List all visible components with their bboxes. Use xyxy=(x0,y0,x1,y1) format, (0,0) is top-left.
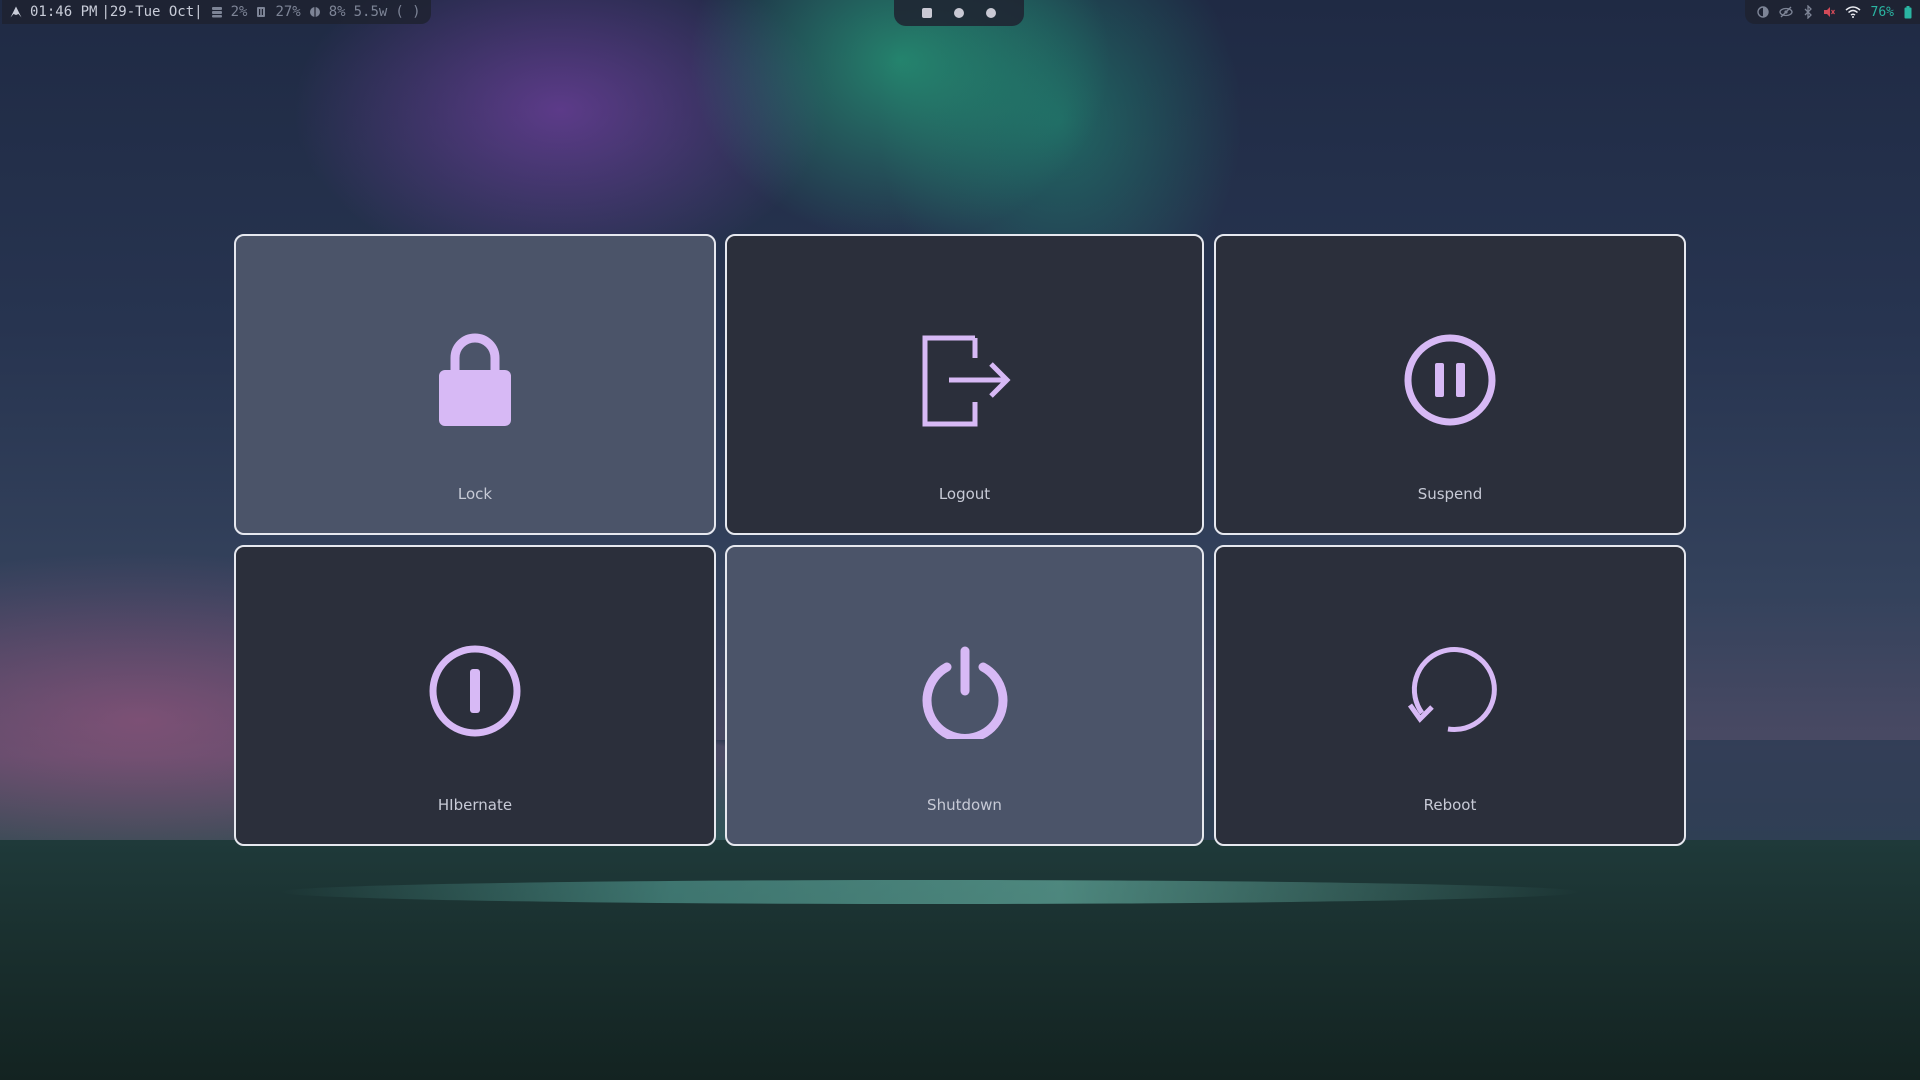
cpu-icon xyxy=(309,7,320,17)
lock-button[interactable]: Lock xyxy=(234,234,716,535)
wallpaper-river xyxy=(280,880,1580,904)
hibernate-icon xyxy=(429,645,521,737)
battery-icon[interactable] xyxy=(1904,5,1912,19)
arch-logo-icon[interactable] xyxy=(10,6,22,18)
disk-icon xyxy=(211,7,222,18)
wifi-strength: 76% xyxy=(1870,4,1894,20)
wifi-icon[interactable] xyxy=(1845,6,1861,18)
workspaces xyxy=(894,0,1024,26)
eye-off-icon[interactable] xyxy=(1778,6,1793,18)
workspace-1-active[interactable] xyxy=(922,8,932,18)
clock[interactable]: 01:46 PM xyxy=(30,4,97,20)
shutdown-button[interactable]: Shutdown xyxy=(725,545,1204,846)
status-bar-right: 76% xyxy=(1744,0,1920,24)
logout-icon xyxy=(922,335,1011,427)
workspace-2[interactable] xyxy=(954,8,964,18)
cpu-usage: 8% xyxy=(328,4,346,20)
bluetooth-icon[interactable] xyxy=(1803,5,1813,19)
wallpaper-valley xyxy=(0,840,1920,1080)
disk-usage: 2% xyxy=(230,4,248,20)
reboot-icon xyxy=(1407,647,1497,732)
power-icon xyxy=(922,646,1007,739)
lock-label: Lock xyxy=(457,485,493,503)
hibernate-label: HIbernate xyxy=(437,796,513,814)
logout-button[interactable]: Logout xyxy=(725,234,1204,535)
shutdown-label: Shutdown xyxy=(927,796,1002,814)
memory-icon xyxy=(257,7,266,17)
volume-muted-icon[interactable] xyxy=(1823,6,1835,18)
pause-icon xyxy=(1404,334,1496,426)
status-bar: 01:46 PM |29-Tue Oct| 2% 27% 8% 5.5w ( ) xyxy=(0,0,1920,26)
date[interactable]: |29-Tue Oct| xyxy=(101,4,202,20)
reboot-label: Reboot xyxy=(1423,796,1477,814)
logout-label: Logout xyxy=(938,485,991,503)
hibernate-button[interactable]: HIbernate xyxy=(234,545,716,846)
memory-usage: 27% xyxy=(275,4,301,20)
bracket-indicator: ( ) xyxy=(395,4,421,20)
lock-icon xyxy=(439,333,511,426)
power-draw: 5.5w xyxy=(353,4,388,20)
theme-toggle-icon[interactable] xyxy=(1756,6,1769,18)
reboot-button[interactable]: Reboot xyxy=(1214,545,1686,846)
desktop-wallpaper: 01:46 PM |29-Tue Oct| 2% 27% 8% 5.5w ( ) xyxy=(0,0,1920,1080)
workspace-3[interactable] xyxy=(986,8,996,18)
suspend-button[interactable]: Suspend xyxy=(1214,234,1686,535)
power-menu: Lock Logout Suspend HIbernate Shutdown R… xyxy=(234,234,1686,846)
status-bar-left: 01:46 PM |29-Tue Oct| 2% 27% 8% 5.5w ( ) xyxy=(2,0,431,24)
suspend-label: Suspend xyxy=(1417,485,1483,503)
